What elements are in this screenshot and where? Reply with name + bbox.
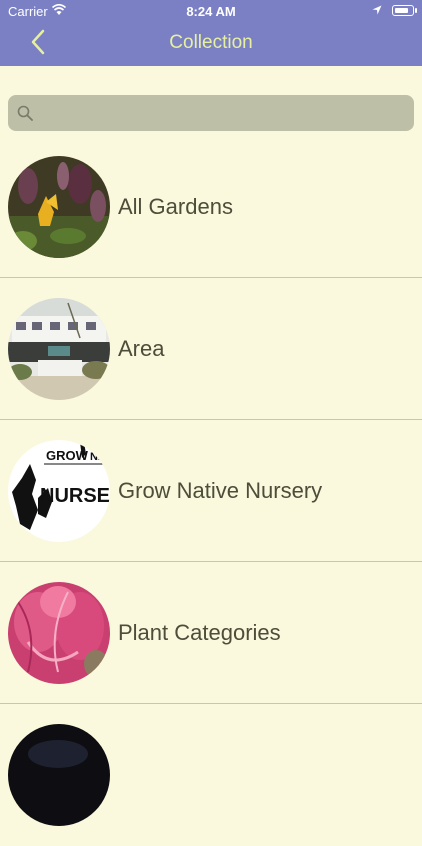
area-thumbnail <box>8 298 110 400</box>
partial-thumbnail <box>8 724 110 826</box>
list-item-grow-native-nursery[interactable]: GROW NAT NURSERY Grow Native Nursery <box>0 420 422 562</box>
search-input[interactable] <box>8 95 414 131</box>
list-item-label: Grow Native Nursery <box>118 478 323 503</box>
battery-icon <box>392 5 414 16</box>
list-item-label: Plant Categories <box>118 620 281 645</box>
svg-text:GROW: GROW <box>46 448 89 463</box>
status-bar: Carrier 8:24 AM <box>0 0 422 22</box>
list-item-area[interactable]: Area <box>0 278 422 420</box>
list-item-partial[interactable] <box>0 704 422 846</box>
svg-text:NAT: NAT <box>90 451 110 463</box>
list-item-label: Area <box>118 336 165 361</box>
grow-native-nursery-logo: GROW NAT NURSERY <box>8 440 110 542</box>
svg-text:NURSERY: NURSERY <box>40 485 110 507</box>
location-arrow-icon <box>372 5 382 15</box>
nav-bar: Carrier 8:24 AM Collection <box>0 0 422 66</box>
list-item-plant-categories[interactable]: Plant Categories <box>0 562 422 704</box>
battery-nub <box>415 8 417 13</box>
plant-categories-thumbnail <box>8 582 110 684</box>
page-title: Collection <box>169 32 253 53</box>
list-item-label: All Gardens <box>118 194 233 219</box>
search-icon <box>17 105 33 121</box>
list-item-all-gardens[interactable]: All Gardens <box>0 136 422 278</box>
all-gardens-thumbnail <box>8 156 110 258</box>
status-time: 8:24 AM <box>186 4 236 19</box>
